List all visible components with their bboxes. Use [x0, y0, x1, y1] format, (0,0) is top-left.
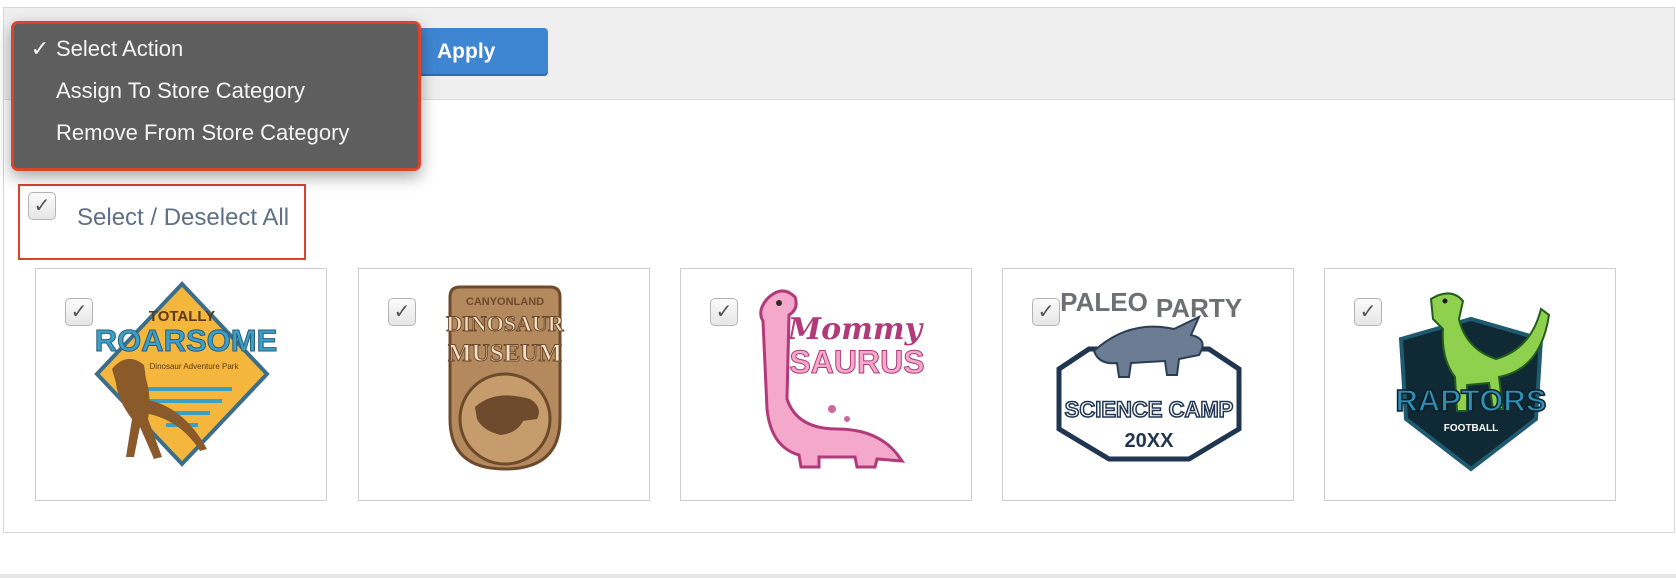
design-thumbnail-mommy-saurus: Mommy SAURUS — [759, 289, 925, 469]
art-text: CANYONLAND — [466, 296, 544, 308]
select-all-checkbox[interactable]: ✓ — [28, 192, 56, 220]
art-text: FOOTBALL — [1444, 423, 1498, 434]
design-card-roarsome[interactable]: ✓ TOTALLY ROARSOME Dinosaur Adventure Pa… — [35, 268, 327, 501]
art-text: DINOSAUR — [446, 311, 564, 336]
action-dropdown-menu[interactable]: ✓ Select Action Assign To Store Category… — [11, 21, 421, 171]
menu-item-remove-from-store-category[interactable]: Remove From Store Category — [14, 113, 418, 153]
design-card-mommy-saurus[interactable]: ✓ Mommy SAURUS — [680, 268, 972, 501]
menu-item-select-action[interactable]: ✓ Select Action — [14, 29, 418, 69]
checkmark-icon: ✓ — [30, 36, 50, 61]
art-text: ROARSOME — [95, 323, 278, 358]
art-text: Mommy — [787, 312, 925, 347]
art-text: Dinosaur Adventure Park — [150, 362, 240, 371]
menu-item-assign-to-store-category[interactable]: Assign To Store Category — [14, 71, 418, 111]
design-thumbnail-dinosaur-museum: CANYONLAND DINOSAUR MUSEUM — [446, 285, 565, 471]
design-thumbnail-raptors-football: RAPTORS FOOTBALL — [1395, 292, 1551, 472]
design-card-raptors-football[interactable]: ✓ RAPTORS FOOTBALL — [1324, 268, 1616, 501]
art-text: MUSEUM — [448, 340, 562, 367]
page-footer-divider — [0, 574, 1676, 578]
art-text: SCIENCE CAMP — [1065, 397, 1234, 422]
select-all-label[interactable]: Select / Deselect All — [77, 204, 289, 232]
design-thumbnail-roarsome: TOTALLY ROARSOME Dinosaur Adventure Park — [94, 281, 278, 467]
art-text: SAURUS — [789, 344, 924, 380]
art-text: 20XX — [1125, 430, 1175, 452]
design-card-dinosaur-museum[interactable]: ✓ CANYONLAND DINOSAUR MUSEUM — [358, 268, 650, 501]
design-card-paleo-party[interactable]: ✓ PALEO PARTY SCIENCE CAMP 20XX — [1002, 268, 1294, 501]
design-thumbnail-paleo-party: PALEO PARTY SCIENCE CAMP 20XX — [1056, 287, 1242, 462]
art-text: RAPTORS — [1395, 383, 1546, 418]
art-text: PALEO — [1060, 287, 1148, 317]
